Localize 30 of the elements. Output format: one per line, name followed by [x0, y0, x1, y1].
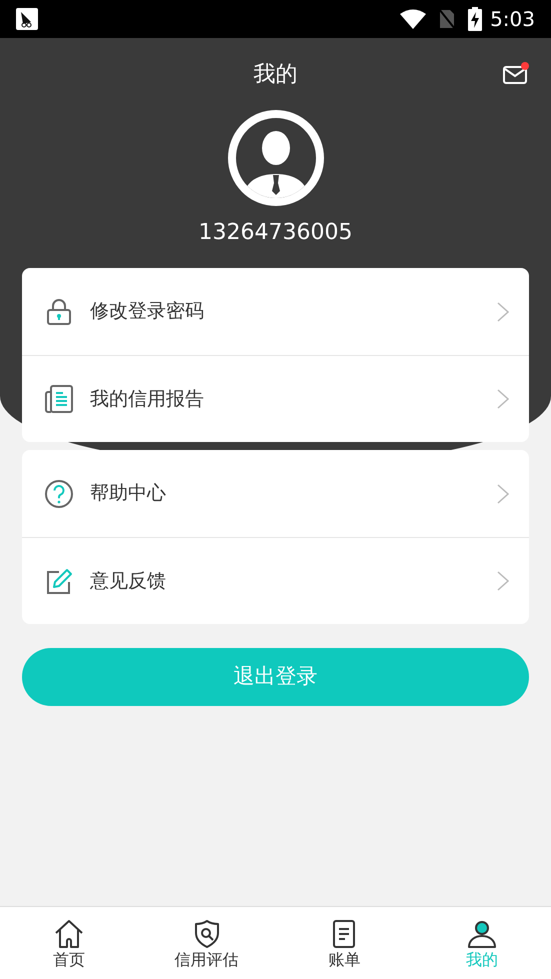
help-icon	[44, 478, 74, 508]
edit-icon	[45, 567, 73, 595]
mail-icon	[503, 64, 529, 84]
home-icon	[54, 919, 84, 949]
status-time: 5:03	[490, 6, 535, 33]
phone-number: 13264736005	[198, 220, 352, 246]
chevron-right-icon	[497, 302, 509, 322]
menu-item[interactable]: 意见反馈	[22, 537, 529, 624]
lock-icon	[45, 298, 73, 326]
chevron-right-icon	[497, 484, 509, 504]
no-sim-icon	[438, 8, 456, 30]
menu-item-label: 我的信用报告	[90, 386, 205, 412]
nav-tab[interactable]: 账单	[276, 907, 414, 979]
nav-tab[interactable]: 信用评估	[138, 907, 276, 979]
messages-button[interactable]	[503, 64, 529, 84]
wifi-icon	[400, 9, 426, 29]
menu-item[interactable]: 我的信用报告	[22, 355, 529, 442]
page-title: 我的	[254, 60, 298, 88]
menu-item-label: 修改登录密码	[90, 299, 205, 324]
menu-item[interactable]: 帮助中心	[22, 450, 529, 537]
battery-charging-icon	[468, 7, 482, 31]
nav-tab[interactable]: 首页	[0, 907, 138, 979]
menu-item[interactable]: 修改登录密码	[22, 268, 529, 355]
app-notification-icon	[16, 8, 38, 30]
chevron-right-icon	[497, 571, 509, 591]
menu-item-label: 帮助中心	[90, 481, 167, 506]
document-icon	[44, 384, 74, 414]
chevron-right-icon	[497, 389, 509, 409]
menu-item-label: 意见反馈	[90, 568, 167, 594]
person-icon	[467, 919, 498, 949]
